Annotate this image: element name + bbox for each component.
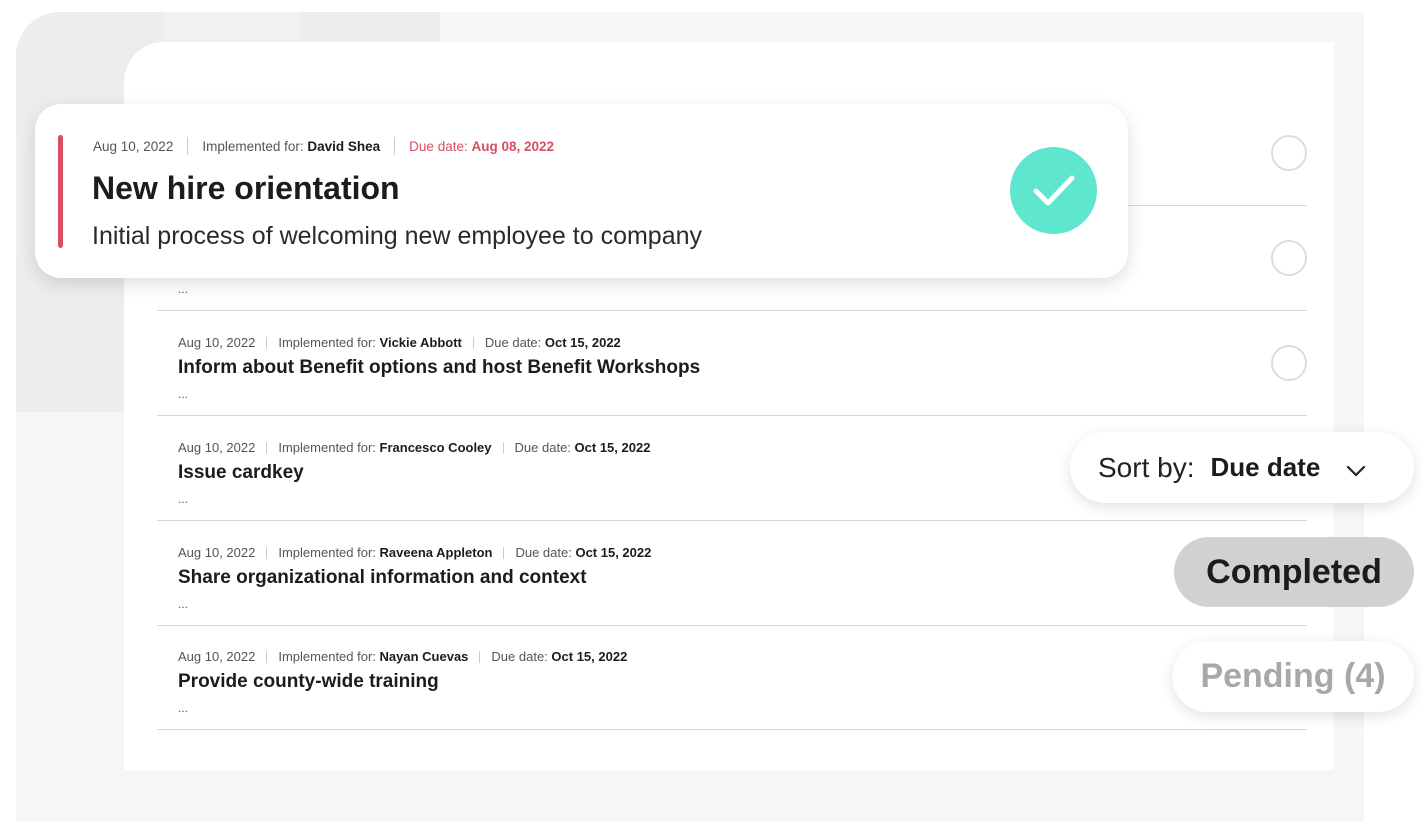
due-label: Due date:: [515, 545, 572, 560]
implemented-for: Nayan Cuevas: [379, 649, 469, 664]
due-date: Oct 15, 2022: [575, 545, 652, 560]
implemented-for: Francesco Cooley: [379, 440, 492, 455]
due-label: Due date:: [484, 335, 542, 350]
task-ellipsis: ...: [178, 597, 189, 611]
due-label: Due date:: [491, 649, 548, 664]
chevron-down-icon: [1346, 452, 1366, 484]
sort-value: Due date: [1210, 452, 1321, 482]
task-row[interactable]: Aug 10, 2022 Implemented for: Nayan Cueva…: [157, 625, 1307, 730]
task-title: Provide county-wide training: [178, 671, 439, 692]
sort-dropdown[interactable]: Sort by: Due date: [1070, 432, 1414, 503]
task-ellipsis: ...: [178, 387, 189, 401]
task-date: Aug 10, 2022: [178, 335, 256, 350]
implemented-label: Implemented for:: [278, 649, 376, 664]
task-row[interactable]: Aug 10, 2022 Implemented for: Raveena App…: [157, 521, 1307, 626]
due-label: Due date:: [409, 138, 468, 154]
due-date: Oct 15, 2022: [544, 335, 621, 350]
task-title: Inform about Benefit options and host Be…: [178, 357, 701, 378]
task-date: Aug 10, 2022: [178, 440, 256, 455]
task-ellipsis: ...: [178, 282, 189, 296]
task-row[interactable]: Aug 10, 2022 Implemented for: Vickie Abbo…: [157, 311, 1307, 416]
task-date: Aug 10, 2022: [178, 649, 256, 664]
implemented-label: Implemented for:: [278, 440, 376, 455]
implemented-label: Implemented for:: [278, 335, 376, 350]
check-icon[interactable]: [1010, 147, 1097, 234]
due-label: Due date:: [514, 440, 571, 455]
task-title: Share organizational information and con…: [178, 567, 587, 588]
task-date: Aug 10, 2022: [178, 545, 256, 560]
implemented-label: Implemented for:: [278, 545, 376, 560]
task-radio[interactable]: [1271, 240, 1307, 276]
sort-label: Sort by:: [1098, 451, 1195, 483]
task-ellipsis: ...: [178, 701, 189, 715]
task-radio[interactable]: [1271, 135, 1307, 171]
task-description: Initial process of welcoming new employe…: [92, 222, 703, 250]
task-radio[interactable]: [1271, 345, 1307, 381]
filter-pending[interactable]: Pending (4): [1172, 641, 1414, 712]
task-title: Issue cardkey: [178, 462, 304, 483]
implemented-for: David Shea: [307, 138, 381, 154]
implemented-for: Raveena Appleton: [379, 545, 493, 560]
due-date: Oct 15, 2022: [574, 440, 651, 455]
implemented-label: Implemented for:: [202, 138, 304, 154]
due-date: Oct 15, 2022: [551, 649, 628, 664]
due-date: Aug 08, 2022: [471, 138, 555, 154]
task-ellipsis: ...: [178, 492, 189, 506]
task-title: New hire orientation: [92, 170, 400, 206]
filter-completed[interactable]: Completed: [1174, 537, 1414, 607]
featured-task-card[interactable]: Aug 10, 2022 Implemented for: David Shea D…: [35, 104, 1128, 278]
task-date: Aug 10, 2022: [93, 138, 174, 154]
priority-bar: [58, 135, 63, 248]
implemented-for: Vickie Abbott: [379, 335, 462, 350]
